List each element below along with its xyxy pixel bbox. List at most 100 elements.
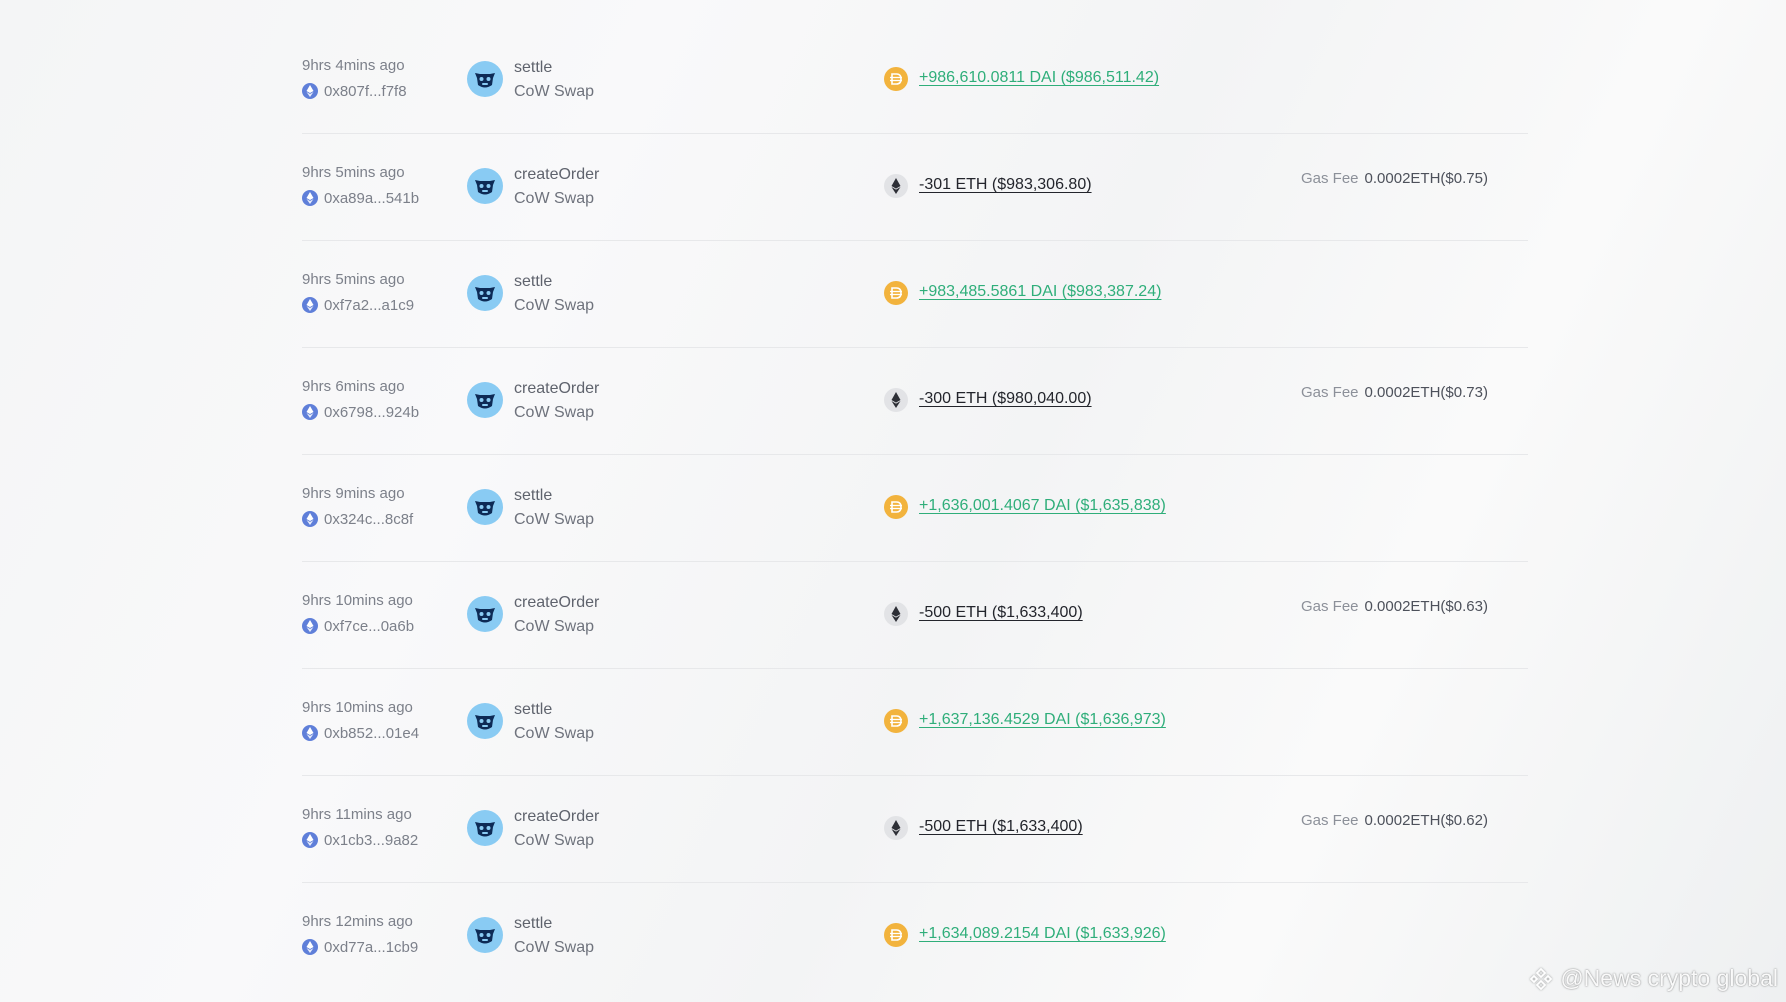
tx-amount-link[interactable]: +983,485.5861 DAI ($983,387.24) bbox=[919, 283, 1161, 301]
tx-protocol[interactable]: CoW Swap bbox=[514, 832, 594, 850]
tx-method: createOrder bbox=[514, 594, 600, 611]
tx-method: settle bbox=[514, 273, 553, 290]
ethereum-chain-icon bbox=[302, 618, 318, 634]
tx-hash-text[interactable]: 0xf7a2...a1c9 bbox=[324, 297, 414, 314]
tx-time: 9hrs 6mins ago bbox=[302, 378, 405, 395]
tx-protocol[interactable]: CoW Swap bbox=[514, 511, 594, 529]
tx-hash-text[interactable]: 0xb852...01e4 bbox=[324, 725, 419, 742]
tx-hash[interactable]: 0x807f...f7f8 bbox=[302, 82, 407, 100]
tx-time: 9hrs 9mins ago bbox=[302, 485, 405, 502]
ethereum-chain-icon bbox=[302, 83, 318, 99]
tx-amount-link[interactable]: +1,634,089.2154 DAI ($1,633,926) bbox=[919, 925, 1166, 943]
cow-swap-icon bbox=[467, 61, 503, 97]
cow-swap-icon bbox=[467, 917, 503, 953]
gas-fee: Gas Fee 0.0002ETH($0.75) bbox=[1301, 170, 1488, 187]
ethereum-chain-icon bbox=[302, 939, 318, 955]
tx-method: settle bbox=[514, 701, 553, 718]
watermark-text: @News crypto global bbox=[1560, 965, 1778, 991]
eth-token-icon bbox=[884, 816, 908, 840]
tx-time: 9hrs 10mins ago bbox=[302, 699, 413, 716]
tx-protocol[interactable]: CoW Swap bbox=[514, 83, 594, 101]
ethereum-chain-icon bbox=[302, 832, 318, 848]
tx-amount-link[interactable]: +1,637,136.4529 DAI ($1,636,973) bbox=[919, 711, 1166, 729]
tx-amount-link[interactable]: -301 ETH ($983,306.80) bbox=[919, 176, 1092, 194]
tx-amount-link[interactable]: -500 ETH ($1,633,400) bbox=[919, 818, 1083, 836]
tx-method: settle bbox=[514, 487, 553, 504]
cow-swap-icon bbox=[467, 382, 503, 418]
tx-hash-text[interactable]: 0x6798...924b bbox=[324, 404, 419, 421]
transaction-row: 9hrs 10mins ago 0xb852...01e4 settle CoW… bbox=[302, 669, 1528, 776]
tx-protocol[interactable]: CoW Swap bbox=[514, 725, 594, 743]
tx-hash-text[interactable]: 0xd77a...1cb9 bbox=[324, 939, 418, 956]
ethereum-chain-icon bbox=[302, 404, 318, 420]
watermark: @News crypto global bbox=[1528, 965, 1778, 992]
tx-amount-link[interactable]: +1,636,001.4067 DAI ($1,635,838) bbox=[919, 497, 1166, 515]
tx-protocol[interactable]: CoW Swap bbox=[514, 618, 594, 636]
transaction-row: 9hrs 10mins ago 0xf7ce...0a6b createOrde… bbox=[302, 562, 1528, 669]
ethereum-chain-icon bbox=[302, 725, 318, 741]
gas-fee-value: 0.0002ETH($0.63) bbox=[1364, 598, 1488, 615]
dai-token-icon bbox=[884, 67, 908, 91]
tx-time: 9hrs 5mins ago bbox=[302, 164, 405, 181]
transaction-row: 9hrs 11mins ago 0x1cb3...9a82 createOrde… bbox=[302, 776, 1528, 883]
transaction-row: 9hrs 6mins ago 0x6798...924b createOrder… bbox=[302, 348, 1528, 455]
cow-swap-icon bbox=[467, 810, 503, 846]
tx-hash-text[interactable]: 0x807f...f7f8 bbox=[324, 83, 407, 100]
tx-protocol[interactable]: CoW Swap bbox=[514, 939, 594, 957]
eth-token-icon bbox=[884, 602, 908, 626]
cow-swap-icon bbox=[467, 703, 503, 739]
gas-fee: Gas Fee 0.0002ETH($0.73) bbox=[1301, 384, 1488, 401]
tx-amount-link[interactable]: -300 ETH ($980,040.00) bbox=[919, 390, 1092, 408]
gas-fee-value: 0.0002ETH($0.73) bbox=[1364, 384, 1488, 401]
tx-protocol[interactable]: CoW Swap bbox=[514, 404, 594, 422]
ethereum-chain-icon bbox=[302, 297, 318, 313]
gas-fee: Gas Fee 0.0002ETH($0.62) bbox=[1301, 812, 1488, 829]
cow-swap-icon bbox=[467, 168, 503, 204]
gas-fee-label: Gas Fee bbox=[1301, 384, 1359, 401]
tx-method: settle bbox=[514, 59, 553, 76]
gas-fee-value: 0.0002ETH($0.75) bbox=[1364, 170, 1488, 187]
cow-swap-icon bbox=[467, 275, 503, 311]
tx-method: createOrder bbox=[514, 808, 600, 825]
tx-time: 9hrs 12mins ago bbox=[302, 913, 413, 930]
tx-protocol[interactable]: CoW Swap bbox=[514, 190, 594, 208]
transaction-row: 9hrs 4mins ago 0x807f...f7f8 settle CoW … bbox=[302, 27, 1528, 134]
tx-hash[interactable]: 0xa89a...541b bbox=[302, 189, 419, 207]
gas-fee-label: Gas Fee bbox=[1301, 812, 1359, 829]
tx-hash[interactable]: 0x1cb3...9a82 bbox=[302, 831, 418, 849]
tx-amount-link[interactable]: -500 ETH ($1,633,400) bbox=[919, 604, 1083, 622]
tx-hash[interactable]: 0xf7a2...a1c9 bbox=[302, 296, 414, 314]
tx-hash[interactable]: 0xb852...01e4 bbox=[302, 724, 419, 742]
ethereum-chain-icon bbox=[302, 190, 318, 206]
tx-method: createOrder bbox=[514, 166, 600, 183]
dai-token-icon bbox=[884, 709, 908, 733]
transaction-row: 9hrs 5mins ago 0xa89a...541b createOrder… bbox=[302, 134, 1528, 241]
transaction-row: 9hrs 12mins ago 0xd77a...1cb9 settle CoW… bbox=[302, 883, 1528, 989]
gas-fee: Gas Fee 0.0002ETH($0.63) bbox=[1301, 598, 1488, 615]
eth-token-icon bbox=[884, 174, 908, 198]
tx-hash[interactable]: 0xf7ce...0a6b bbox=[302, 617, 414, 635]
transaction-row: 9hrs 5mins ago 0xf7a2...a1c9 settle CoW … bbox=[302, 241, 1528, 348]
tx-method: createOrder bbox=[514, 380, 600, 397]
tx-hash[interactable]: 0x324c...8c8f bbox=[302, 510, 413, 528]
tx-hash-text[interactable]: 0xa89a...541b bbox=[324, 190, 419, 207]
tx-hash[interactable]: 0x6798...924b bbox=[302, 403, 419, 421]
tx-hash-text[interactable]: 0x1cb3...9a82 bbox=[324, 832, 418, 849]
tx-time: 9hrs 5mins ago bbox=[302, 271, 405, 288]
tx-protocol[interactable]: CoW Swap bbox=[514, 297, 594, 315]
dai-token-icon bbox=[884, 281, 908, 305]
gas-fee-label: Gas Fee bbox=[1301, 598, 1359, 615]
gas-fee-label: Gas Fee bbox=[1301, 170, 1359, 187]
ethereum-chain-icon bbox=[302, 511, 318, 527]
dai-token-icon bbox=[884, 923, 908, 947]
tx-hash[interactable]: 0xd77a...1cb9 bbox=[302, 938, 418, 956]
tx-hash-text[interactable]: 0xf7ce...0a6b bbox=[324, 618, 414, 635]
transaction-list: 9hrs 4mins ago 0x807f...f7f8 settle CoW … bbox=[302, 27, 1528, 989]
tx-hash-text[interactable]: 0x324c...8c8f bbox=[324, 511, 413, 528]
tx-time: 9hrs 11mins ago bbox=[302, 806, 412, 823]
transaction-row: 9hrs 9mins ago 0x324c...8c8f settle CoW … bbox=[302, 455, 1528, 562]
tx-method: settle bbox=[514, 915, 553, 932]
tx-amount-link[interactable]: +986,610.0811 DAI ($986,511.42) bbox=[919, 69, 1159, 87]
tx-time: 9hrs 10mins ago bbox=[302, 592, 413, 609]
gas-fee-value: 0.0002ETH($0.62) bbox=[1364, 812, 1488, 829]
